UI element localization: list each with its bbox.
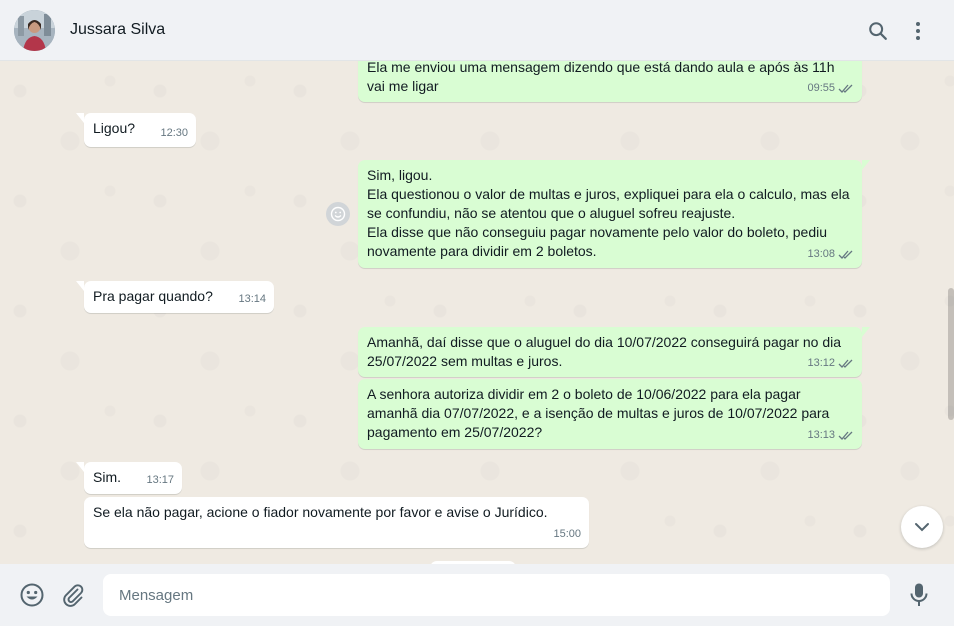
message-time: 13:17: [146, 474, 174, 486]
message-meta: 13:13: [807, 426, 854, 445]
bubble-tail: [862, 327, 870, 337]
message-incoming[interactable]: Sim. 13:17: [76, 462, 182, 494]
message-meta: 09:55: [807, 79, 854, 98]
message-text: Amanhã, daí disse que o aluguel do dia 1…: [367, 334, 842, 369]
chat-header: Jussara Silva: [0, 0, 954, 61]
bubble-tail: [862, 160, 870, 170]
message-meta: 12:30: [160, 124, 188, 143]
chevron-down-icon: [915, 523, 929, 532]
message-time: 13:12: [807, 357, 835, 369]
message-list[interactable]: Ela me enviou uma mensagem dizendo que e…: [0, 61, 954, 564]
message-meta: 13:14: [238, 290, 266, 309]
message-text: Sim, ligou. Ela questionou o valor de mu…: [367, 167, 850, 259]
message-input[interactable]: [103, 574, 890, 616]
message-time: 13:14: [238, 293, 266, 305]
message-outgoing[interactable]: A senhora autoriza dividir em 2 o boleto…: [358, 379, 862, 449]
bubble-tail: [76, 281, 84, 291]
message-time: 13:13: [807, 429, 835, 441]
message-meta: 15:00: [553, 525, 581, 544]
message-text: Se ela não pagar, acione o fiador novame…: [93, 504, 548, 520]
contact-name[interactable]: Jussara Silva: [70, 21, 165, 39]
attach-icon[interactable]: [60, 582, 86, 608]
message-meta: 13:08: [807, 245, 854, 264]
read-ticks-icon: [838, 84, 853, 93]
emoji-icon[interactable]: [19, 582, 45, 608]
message-time: 12:30: [160, 127, 188, 139]
message-incoming[interactable]: Ligou? 12:30: [76, 113, 196, 147]
read-ticks-icon: [838, 431, 853, 440]
avatar[interactable]: [14, 10, 55, 51]
menu-icon[interactable]: [906, 19, 930, 43]
message-outgoing[interactable]: Sim, ligou. Ela questionou o valor de mu…: [358, 160, 870, 268]
read-ticks-icon: [838, 359, 853, 368]
message-incoming[interactable]: Pra pagar quando? 13:14: [76, 281, 274, 313]
message-outgoing[interactable]: Ela me enviou uma mensagem dizendo que e…: [358, 61, 862, 102]
message-outgoing[interactable]: Amanhã, daí disse que o aluguel do dia 1…: [358, 327, 870, 377]
message-time: 13:08: [807, 248, 835, 260]
search-icon[interactable]: [866, 19, 890, 43]
scroll-to-bottom-button[interactable]: [901, 506, 943, 548]
bubble-tail: [76, 113, 84, 123]
react-emoji-icon[interactable]: [326, 202, 350, 226]
bubble-tail: [76, 462, 84, 472]
message-text: Ela me enviou uma mensagem dizendo que e…: [367, 61, 835, 94]
read-ticks-icon: [838, 250, 853, 259]
message-time: 15:00: [553, 528, 581, 540]
message-incoming[interactable]: Se ela não pagar, acione o fiador novame…: [84, 497, 589, 548]
compose-bar: [0, 564, 954, 626]
message-text: A senhora autoriza dividir em 2 o boleto…: [367, 386, 830, 440]
microphone-icon[interactable]: [906, 582, 932, 608]
message-meta: 13:17: [146, 471, 174, 490]
message-time: 09:55: [807, 82, 835, 94]
chat-scrollbar[interactable]: [948, 288, 954, 420]
message-meta: 13:12: [807, 354, 854, 373]
